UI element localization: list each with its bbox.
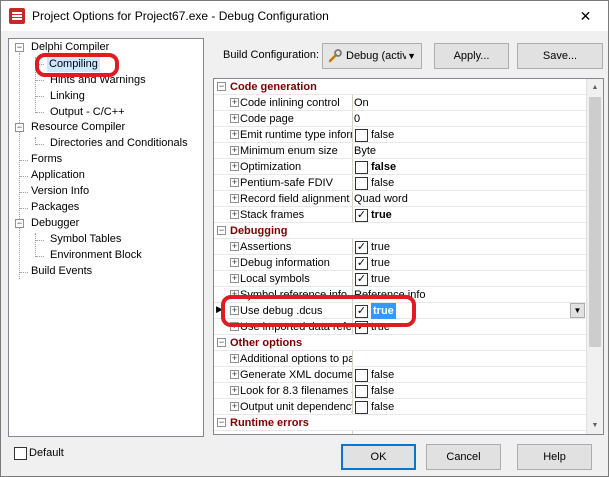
expand-icon[interactable]: + (230, 210, 239, 219)
expand-icon[interactable]: + (230, 178, 239, 187)
prop-row[interactable]: + Code page 0 (214, 111, 587, 127)
tree-item-output[interactable]: Output - C/C++ (50, 104, 125, 120)
wrench-icon (328, 49, 342, 63)
tree-item-packages[interactable]: Packages (31, 199, 79, 215)
prop-row[interactable]: +Look for 8.3 filenames alsofalse (214, 383, 587, 399)
window-title: Project Options for Project67.exe - Debu… (32, 9, 329, 23)
tree-item-delphi-compiler[interactable]: Delphi Compiler (31, 39, 109, 55)
build-config-select[interactable]: Debug (active) ▼ (322, 43, 422, 69)
property-grid[interactable]: − Code generation + Code inlining control… (213, 78, 604, 435)
tree-item-version-info[interactable]: Version Info (31, 183, 89, 199)
prop-row[interactable]: + Assertions ✓ true (214, 239, 587, 255)
checkbox[interactable] (355, 369, 368, 382)
scrollbar[interactable]: ▲ ▼ (586, 79, 603, 434)
checkbox-checked[interactable]: ✓ (355, 305, 368, 318)
expand-icon[interactable]: + (230, 370, 239, 379)
expand-icon[interactable]: + (230, 402, 239, 411)
tree-item-directories[interactable]: Directories and Conditionals (50, 135, 188, 151)
tree-item-compiling[interactable]: Compiling (47, 56, 100, 72)
prop-row[interactable]: + Code inlining control On (214, 95, 587, 111)
prop-row[interactable]: + Optimization false (214, 159, 587, 175)
expand-icon[interactable]: + (230, 290, 239, 299)
category-other-options[interactable]: − Other options (214, 335, 587, 351)
tree-item-hints-warnings[interactable]: Hints and Warnings (50, 72, 146, 88)
expand-icon[interactable]: + (230, 98, 239, 107)
checkbox[interactable] (355, 177, 368, 190)
apply-button[interactable]: Apply... (434, 43, 509, 69)
default-checkbox[interactable] (14, 447, 27, 460)
title-bar: Project Options for Project67.exe - Debu… (1, 1, 608, 31)
default-label: Default (29, 447, 64, 459)
checkbox-checked[interactable]: ✓ (355, 257, 368, 270)
checkbox-checked[interactable]: ✓ (355, 241, 368, 254)
checkbox[interactable] (355, 161, 368, 174)
chevron-down-icon: ▼ (407, 51, 416, 61)
expand-icon[interactable]: + (230, 306, 239, 315)
chevron-down-icon[interactable]: ▼ (570, 303, 585, 318)
save-button[interactable]: Save... (517, 43, 603, 69)
prop-row[interactable]: + Pentium-safe FDIV false (214, 175, 587, 191)
collapse-icon[interactable]: − (217, 338, 226, 347)
scroll-up-icon[interactable]: ▲ (587, 79, 603, 96)
prop-row[interactable]: +Additional options to pass (214, 351, 587, 367)
collapse-icon[interactable]: − (217, 226, 226, 235)
tree-item-build-events[interactable]: Build Events (31, 263, 92, 279)
prop-row[interactable]: + Symbol reference info Reference info (214, 287, 587, 303)
help-button[interactable]: Help (517, 444, 592, 470)
build-config-value: Debug (active) (346, 50, 406, 62)
prop-row[interactable]: + Minimum enum size Byte (214, 143, 587, 159)
build-config-label: Build Configuration: (223, 49, 320, 61)
prop-row[interactable]: +Generate XML documentationfalse (214, 367, 587, 383)
checkbox-checked[interactable]: ✓ (355, 209, 368, 222)
scroll-thumb[interactable] (589, 97, 601, 347)
checkbox-checked[interactable]: ✓ (355, 273, 368, 286)
scroll-down-icon[interactable]: ▼ (587, 417, 603, 434)
expand-icon[interactable]: + (230, 274, 239, 283)
collapse-icon[interactable]: − (15, 219, 24, 228)
tree-item-resource-compiler[interactable]: Resource Compiler (31, 119, 125, 135)
checkbox[interactable] (355, 385, 368, 398)
category-code-generation[interactable]: − Code generation (214, 79, 587, 95)
category-debugging[interactable]: − Debugging (214, 223, 587, 239)
expand-icon[interactable]: + (230, 146, 239, 155)
checkbox-checked[interactable]: ✓ (355, 321, 368, 334)
prop-row[interactable]: +Emit runtime type informationfalse (214, 127, 587, 143)
prop-row[interactable]: + Local symbols ✓ true (214, 271, 587, 287)
row-pointer-icon: ▶ (216, 304, 223, 314)
expand-icon[interactable]: + (230, 258, 239, 267)
collapse-icon[interactable]: − (15, 123, 24, 132)
category-runtime-errors[interactable]: − Runtime errors (214, 415, 587, 431)
prop-row[interactable]: +Use imported data references✓true (214, 319, 587, 335)
tree-item-debugger[interactable]: Debugger (31, 215, 79, 231)
tree-item-application[interactable]: Application (31, 167, 85, 183)
options-tree[interactable]: − Delphi Compiler Compiling Hints and Wa… (8, 38, 204, 437)
tree-item-environment-block[interactable]: Environment Block (50, 247, 142, 263)
collapse-icon[interactable]: − (217, 418, 226, 427)
close-icon[interactable]: ✕ (563, 1, 608, 31)
expand-icon[interactable]: + (230, 130, 239, 139)
expand-icon[interactable]: + (230, 114, 239, 123)
expand-icon[interactable]: + (230, 322, 239, 331)
expand-icon[interactable]: + (230, 242, 239, 251)
collapse-icon[interactable]: − (217, 82, 226, 91)
prop-row[interactable]: + Record field alignment Quad word (214, 191, 587, 207)
checkbox[interactable] (355, 129, 368, 142)
expand-icon[interactable]: + (230, 354, 239, 363)
expand-icon[interactable]: + (230, 162, 239, 171)
tree-item-forms[interactable]: Forms (31, 151, 62, 167)
app-icon (9, 8, 25, 24)
prop-row[interactable]: + Stack frames ✓ true (214, 207, 587, 223)
cancel-button[interactable]: Cancel (426, 444, 501, 470)
checkbox[interactable] (355, 401, 368, 414)
project-options-window: Project Options for Project67.exe - Debu… (0, 0, 609, 477)
prop-row-selected[interactable]: + Use debug .dcus ✓ true ▼ (214, 303, 587, 319)
prop-row[interactable]: + Output unit dependency false (214, 399, 587, 415)
expand-icon[interactable]: + (230, 194, 239, 203)
tree-item-linking[interactable]: Linking (50, 88, 85, 104)
tree-item-symbol-tables[interactable]: Symbol Tables (50, 231, 121, 247)
ok-button[interactable]: OK (341, 444, 416, 470)
expand-icon[interactable]: + (230, 386, 239, 395)
collapse-icon[interactable]: − (15, 43, 24, 52)
prop-row[interactable]: + Debug information ✓ true (214, 255, 587, 271)
